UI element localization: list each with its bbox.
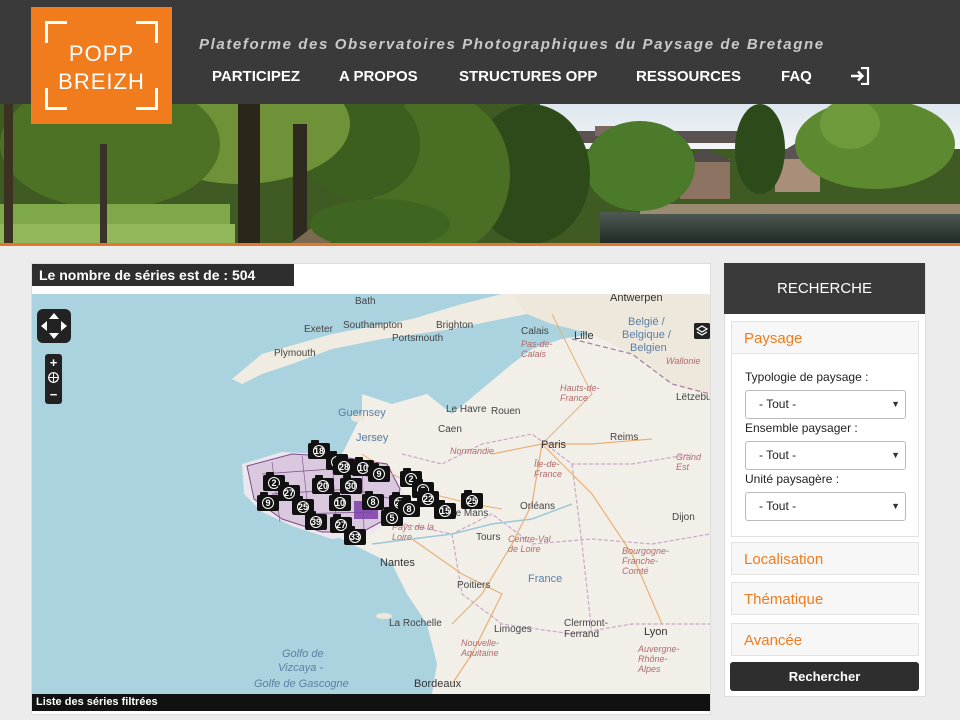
map-label-grand-est: Grand Est <box>676 452 702 472</box>
filtered-series-list-title: Liste des séries filtrées <box>32 694 710 711</box>
search-heading: RECHERCHE <box>724 263 925 314</box>
layers-icon[interactable] <box>694 323 710 339</box>
accordion-paysage[interactable]: Paysage <box>731 321 919 354</box>
map-label-pas-de-calais: Pas-de- Calais <box>521 339 553 359</box>
map-marker[interactable]: 8 <box>398 498 420 517</box>
pan-arrows-icon[interactable] <box>37 309 71 343</box>
typologie-select-value: - Tout - <box>759 397 797 411</box>
map-label-dijon: Dijon <box>672 512 695 523</box>
map-marker[interactable]: 20 <box>312 475 334 494</box>
map-marker[interactable]: 8 <box>362 491 384 510</box>
zoom-out-button[interactable]: − <box>45 387 62 403</box>
logo-text-line2: BREIZH <box>58 69 145 94</box>
map-label-tours: Tours <box>476 532 501 543</box>
map-label-plymouth: Plymouth <box>274 348 316 359</box>
map-label-orleans: Orléans <box>520 501 556 512</box>
nav-a-propos[interactable]: A PROPOS <box>339 68 418 85</box>
zoom-control: + − <box>45 354 62 404</box>
map-label-antwerpen: Antwerpen <box>610 294 663 304</box>
map-label-poitiers: Poitiers <box>457 580 491 591</box>
accordion-thematique[interactable]: Thématique <box>731 582 919 615</box>
map-label-centre-val-de-loire: Centre-Val de Loire <box>508 534 551 554</box>
logo-corner <box>45 21 67 43</box>
map-label-bourgogne: Bourgogne- Franche- Comté <box>622 546 670 576</box>
map-label-le-havre: Le Havre <box>446 404 487 415</box>
nav-participez[interactable]: PARTICIPEZ <box>212 68 300 85</box>
chevron-down-icon: ▼ <box>891 450 900 460</box>
nav-structures-opp[interactable]: STRUCTURES OPP <box>459 68 597 85</box>
chevron-down-icon: ▼ <box>891 501 900 511</box>
map-marker[interactable]: 25 <box>461 490 483 509</box>
typologie-select[interactable]: - Tout - ▼ <box>745 390 906 419</box>
site-tagline: Plateforme des Observatoires Photographi… <box>199 36 825 53</box>
banner-accent-line <box>0 243 960 246</box>
map-marker[interactable]: 10 <box>329 492 351 511</box>
series-count-label: Le nombre de séries est de : 504 <box>32 264 294 286</box>
map-label-la-rochelle: La Rochelle <box>389 618 442 629</box>
search-button[interactable]: Rechercher <box>730 662 919 691</box>
typologie-label: Typologie de paysage : <box>745 370 869 384</box>
accordion-avancee[interactable]: Avancée <box>731 623 919 656</box>
map-marker[interactable]: 39 <box>305 511 327 530</box>
map-label-lille: Lille <box>574 330 594 342</box>
map-label-portsmouth: Portsmouth <box>392 333 444 344</box>
map-label-limoges: Limoges <box>494 624 532 635</box>
zoom-in-button[interactable]: + <box>45 355 62 371</box>
map-label-paris: Paris <box>541 439 567 451</box>
nav-faq[interactable]: FAQ <box>781 68 812 85</box>
map-label-guernsey: Guernsey <box>338 407 386 419</box>
map-marker[interactable]: 9 <box>368 463 390 482</box>
map-label-lyon: Lyon <box>644 626 668 638</box>
globe-icon[interactable] <box>48 372 59 383</box>
map-label-brighton: Brighton <box>436 320 474 331</box>
map-label-golfo-de: Golfo de <box>282 648 324 660</box>
logo-text-line1: POPP <box>68 41 135 66</box>
map-label-auvergne: Auvergne- Rhône- Alpes <box>638 644 680 674</box>
map-label-belgique: Belgique / <box>622 329 671 341</box>
unite-select-value: - Tout - <box>759 499 797 513</box>
unite-select[interactable]: - Tout - ▼ <box>745 492 906 521</box>
sign-in-icon[interactable] <box>850 67 870 85</box>
map-marker[interactable]: 15 <box>434 500 456 519</box>
map-label-jersey: Jersey <box>356 432 389 444</box>
popp-breizh-logo[interactable]: POPP BREIZH <box>31 7 172 124</box>
map-label-clermont-ferrand: Clermont- Ferrand <box>564 618 608 640</box>
ensemble-select[interactable]: - Tout - ▼ <box>745 441 906 470</box>
nav-ressources[interactable]: RESSOURCES <box>636 68 741 85</box>
map-label-belgien: Belgien <box>630 342 667 354</box>
accordion-localisation[interactable]: Localisation <box>731 542 919 575</box>
map-label-letzebuerg: Lëtzebu <box>676 392 710 403</box>
map-label-southampton: Southampton <box>343 320 403 331</box>
map-label-bath: Bath <box>355 296 376 307</box>
map-label-golfe-de-gascogne: Golfe de Gascogne <box>254 678 349 690</box>
map-label-caen: Caen <box>438 424 462 435</box>
map-marker[interactable]: 33 <box>344 526 366 545</box>
map-label-hauts-de-france: Hauts-de- France <box>560 383 600 403</box>
series-map[interactable]: Antwerpen Bath Exeter Southampton Bright… <box>32 294 710 694</box>
map-label-france: France <box>528 573 563 585</box>
map-label-ile-de-france: Île-de- France <box>534 459 563 479</box>
map-marker[interactable]: 9 <box>257 492 279 511</box>
map-label-reims: Reims <box>610 432 639 443</box>
map-label-bordeaux: Bordeaux <box>414 678 462 690</box>
ensemble-label: Ensemble paysager : <box>745 421 858 435</box>
map-marker[interactable]: 30 <box>340 475 362 494</box>
map-label-rouen: Rouen <box>491 406 521 417</box>
unite-label: Unité paysagère : <box>745 472 840 486</box>
map-label-normandie: Normandie <box>450 446 495 456</box>
ensemble-select-value: - Tout - <box>759 448 797 462</box>
map-label-exeter: Exeter <box>304 324 333 335</box>
map-label-vizcaya: Vizcaya - <box>278 662 324 674</box>
map-label-nouvelle-aquitaine: Nouvelle- Aquitaine <box>461 638 500 658</box>
map-label-calais: Calais <box>521 326 549 337</box>
map-label-wallonie: Wallonie <box>666 356 701 366</box>
map-label-belgie: België / <box>628 316 665 328</box>
map-label-nantes: Nantes <box>380 557 415 569</box>
logo-corner <box>136 21 158 43</box>
banner-landscape-photo <box>0 104 960 244</box>
chevron-down-icon: ▼ <box>891 399 900 409</box>
